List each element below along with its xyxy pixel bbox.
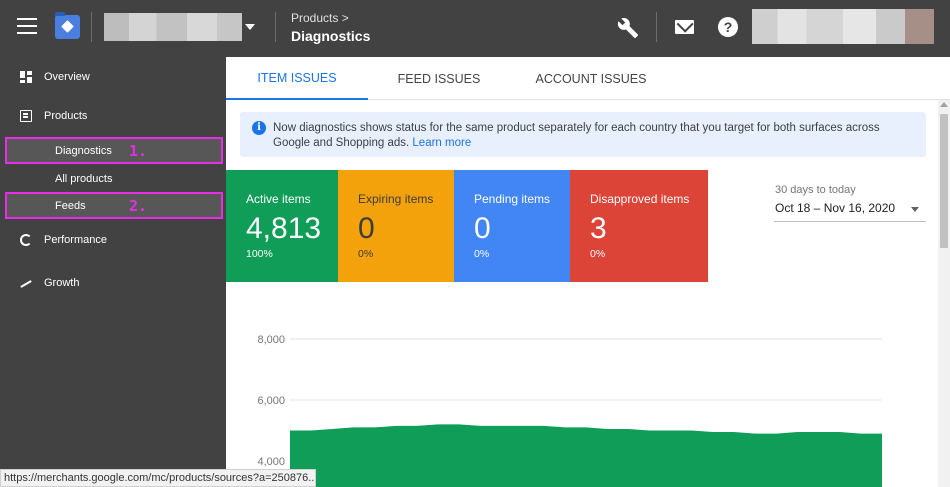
date-range-value: Oct 18 – Nov 16, 2020 bbox=[775, 201, 896, 215]
learn-more-link[interactable]: Learn more bbox=[412, 137, 471, 149]
sidebar-item-label: Diagnostics bbox=[55, 144, 112, 157]
mail-icon[interactable] bbox=[675, 20, 694, 34]
growth-icon bbox=[20, 277, 32, 289]
info-icon: i bbox=[252, 121, 266, 135]
scrollbar-thumb[interactable] bbox=[940, 114, 948, 248]
stat-card-pending[interactable]: Pending items 0 0% bbox=[454, 170, 570, 282]
stat-percent: 100% bbox=[246, 248, 273, 260]
sidebar-item-diagnostics[interactable]: Diagnostics 1. bbox=[5, 137, 223, 164]
banner-message: Now diagnostics shows status for the sam… bbox=[273, 122, 880, 149]
stat-percent: 0% bbox=[358, 248, 374, 260]
stat-value: 4,813 bbox=[246, 212, 322, 245]
divider bbox=[91, 12, 92, 42]
chevron-down-icon[interactable] bbox=[245, 24, 255, 30]
stat-value: 3 bbox=[590, 212, 607, 245]
tab-account-issues[interactable]: ACCOUNT ISSUES bbox=[510, 57, 672, 100]
sidebar-item-label: All products bbox=[55, 172, 113, 185]
stat-percent: 0% bbox=[590, 248, 606, 260]
sidebar-item-label: Growth bbox=[44, 277, 80, 289]
annotation-number: 1. bbox=[128, 141, 147, 160]
info-banner: i Now diagnostics shows status for the s… bbox=[240, 112, 926, 157]
stat-card-expiring[interactable]: Expiring items 0 0% bbox=[338, 170, 454, 282]
active-items-area[interactable] bbox=[290, 424, 882, 487]
stat-label: Pending items bbox=[474, 192, 551, 206]
sidebar-item-all-products[interactable]: All products bbox=[5, 165, 223, 192]
wrench-icon[interactable] bbox=[617, 17, 639, 39]
divider bbox=[275, 12, 276, 42]
performance-icon bbox=[20, 234, 32, 246]
top-app-bar: Products > Diagnostics ? bbox=[0, 0, 950, 57]
user-account-redacted[interactable] bbox=[752, 9, 934, 44]
date-range-caption: 30 days to today bbox=[775, 184, 856, 196]
sidebar-item-growth[interactable]: Growth bbox=[0, 268, 226, 298]
browser-status-url: https://merchants.google.com/mc/products… bbox=[0, 469, 316, 487]
chevron-down-icon bbox=[911, 207, 919, 212]
divider bbox=[656, 12, 657, 42]
y-tick-label: 8,000 bbox=[257, 334, 285, 346]
date-range-select[interactable]: Oct 18 – Nov 16, 2020 bbox=[774, 197, 926, 222]
overview-icon bbox=[20, 71, 32, 83]
sidebar-item-label: Products bbox=[44, 110, 88, 122]
items-area-chart: 8,000 6,000 4,000 bbox=[257, 334, 882, 487]
products-icon bbox=[20, 110, 32, 122]
stat-card-disapproved[interactable]: Disapproved items 3 0% bbox=[570, 170, 708, 282]
sidebar: Overview Products Diagnostics 1. All pro… bbox=[0, 57, 226, 487]
y-tick-label: 4,000 bbox=[257, 456, 285, 468]
stat-label: Active items bbox=[246, 192, 311, 206]
sidebar-item-label: Feeds bbox=[55, 199, 86, 212]
annotation-number: 2. bbox=[128, 196, 147, 215]
help-icon[interactable]: ? bbox=[718, 17, 738, 37]
stat-label: Disapproved items bbox=[590, 192, 690, 206]
sidebar-item-feeds[interactable]: Feeds 2. bbox=[5, 192, 223, 219]
banner-text: Now diagnostics shows status for the sam… bbox=[273, 121, 913, 151]
scrollbar[interactable] bbox=[938, 100, 950, 487]
page-title: Diagnostics bbox=[291, 28, 371, 44]
sidebar-item-products[interactable]: Products bbox=[0, 101, 226, 131]
stat-value: 0 bbox=[358, 212, 375, 245]
stat-percent: 0% bbox=[474, 248, 490, 260]
menu-icon[interactable] bbox=[17, 18, 37, 34]
stat-label: Expiring items bbox=[358, 192, 434, 206]
account-name-redacted[interactable] bbox=[104, 13, 242, 41]
tab-item-issues[interactable]: ITEM ISSUES bbox=[226, 57, 368, 100]
sidebar-item-overview[interactable]: Overview bbox=[0, 62, 226, 92]
sidebar-item-label: Overview bbox=[44, 71, 90, 83]
sidebar-item-label: Performance bbox=[44, 234, 107, 246]
stat-value: 0 bbox=[474, 212, 491, 245]
tab-feed-issues[interactable]: FEED ISSUES bbox=[368, 57, 510, 100]
sidebar-item-performance[interactable]: Performance bbox=[0, 225, 226, 255]
scroll-up-arrow-icon[interactable] bbox=[940, 102, 948, 107]
merchant-center-logo[interactable] bbox=[55, 12, 80, 39]
breadcrumb[interactable]: Products > bbox=[291, 11, 349, 25]
y-tick-label: 6,000 bbox=[257, 395, 285, 407]
tab-bar: ITEM ISSUES FEED ISSUES ACCOUNT ISSUES bbox=[226, 57, 950, 100]
stat-card-active[interactable]: Active items 4,813 100% bbox=[226, 170, 338, 282]
